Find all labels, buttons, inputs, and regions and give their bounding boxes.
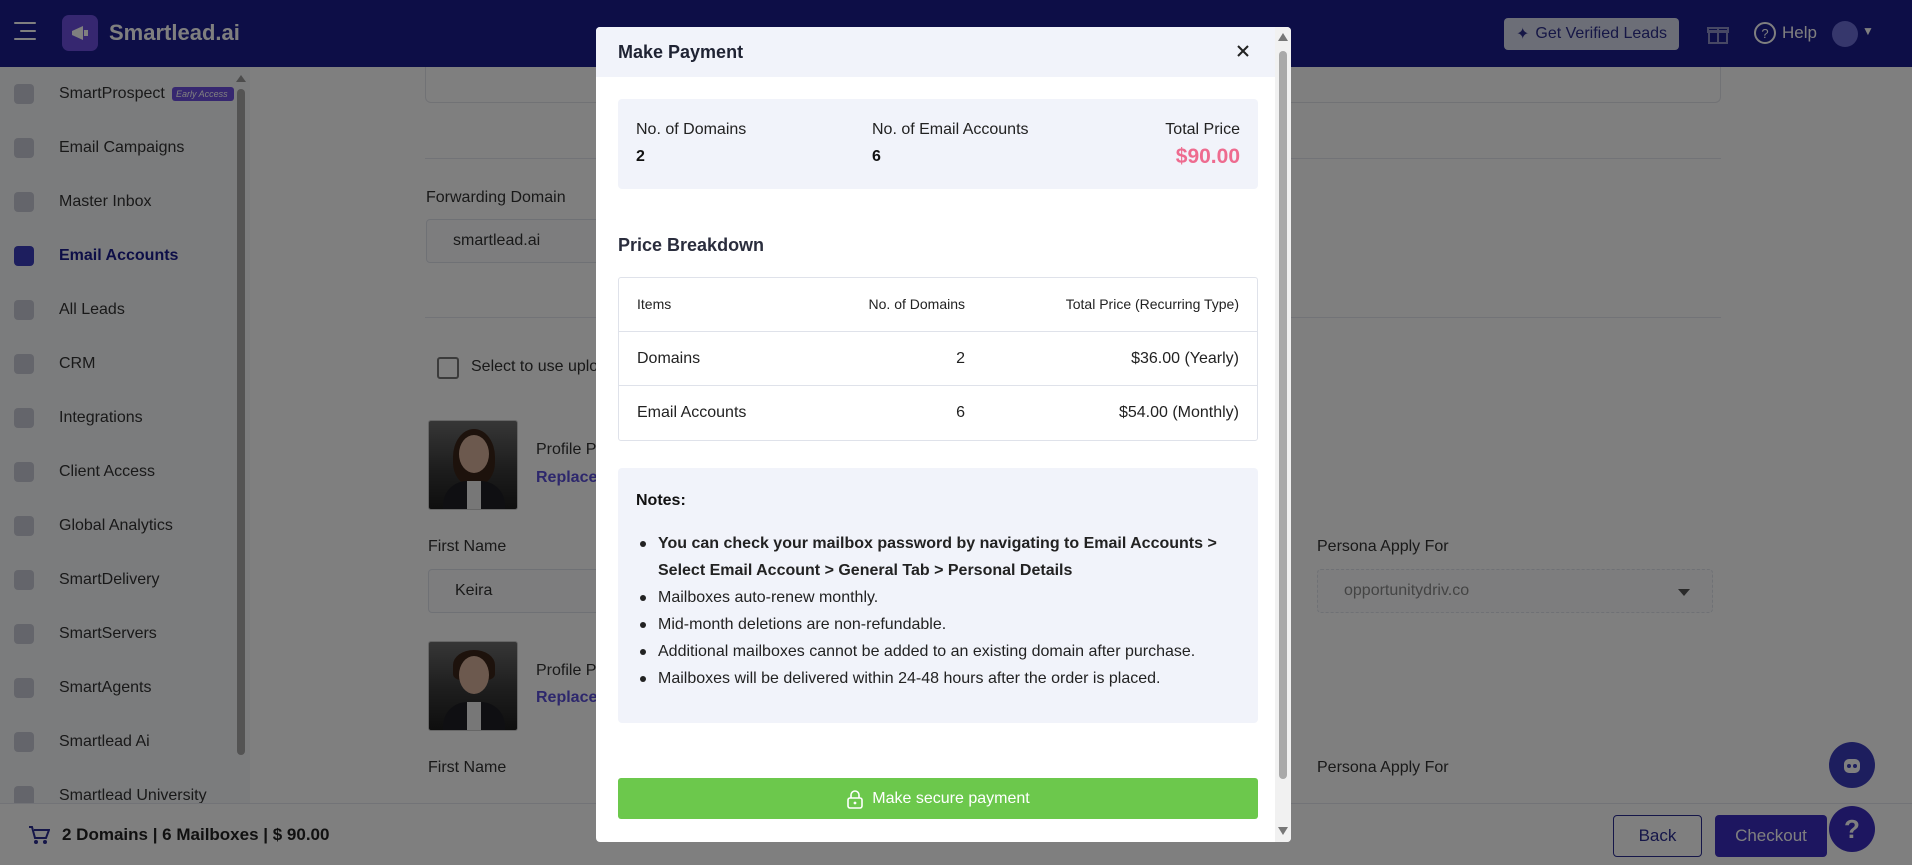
modal-title: Make Payment bbox=[618, 42, 744, 62]
email-accounts-count-value: 6 bbox=[872, 148, 881, 165]
make-payment-modal: Make Payment No. of Domains 2 No. of Ema… bbox=[596, 27, 1291, 842]
table-row: Email Accounts 6 $54.00 (Monthly) bbox=[619, 386, 1257, 440]
scroll-up-icon[interactable] bbox=[1278, 33, 1288, 41]
table-cell: 2 bbox=[956, 350, 965, 367]
table-cell: $36.00 (Yearly) bbox=[1131, 350, 1239, 367]
domains-count-value: 2 bbox=[636, 148, 645, 165]
price-breakdown-table: Items No. of Domains Total Price (Recurr… bbox=[618, 277, 1258, 441]
total-price-label: Total Price bbox=[1165, 121, 1240, 138]
modal-scrollbar[interactable] bbox=[1275, 27, 1291, 842]
column-header: Items bbox=[637, 296, 672, 312]
price-breakdown-title: Price Breakdown bbox=[618, 235, 765, 255]
modal-header: Make Payment bbox=[596, 27, 1276, 77]
column-header: Total Price (Recurring Type) bbox=[1065, 296, 1239, 312]
notes-title: Notes: bbox=[636, 492, 686, 509]
list-item: Additional mailboxes cannot be added to … bbox=[636, 638, 1226, 665]
total-price-value: $90.00 bbox=[1175, 145, 1240, 168]
notes-list: You can check your mailbox password by n… bbox=[636, 530, 1226, 692]
table-cell: Domains bbox=[637, 350, 701, 367]
list-item: Mid-month deletions are non-refundable. bbox=[636, 611, 1226, 638]
list-item: Mailboxes auto-renew monthly. bbox=[636, 584, 1226, 611]
column-header: No. of Domains bbox=[868, 296, 965, 312]
list-item: Mailboxes will be delivered within 24-48… bbox=[636, 665, 1226, 692]
scrollbar-thumb[interactable] bbox=[1279, 51, 1287, 779]
email-accounts-count-label: No. of Email Accounts bbox=[872, 121, 1029, 138]
table-header-row: Items No. of Domains Total Price (Recurr… bbox=[619, 278, 1257, 332]
domains-count-label: No. of Domains bbox=[636, 121, 747, 138]
make-secure-payment-button[interactable]: Make secure payment bbox=[618, 778, 1258, 819]
scroll-down-icon[interactable] bbox=[1278, 827, 1288, 835]
table-row: Domains 2 $36.00 (Yearly) bbox=[619, 332, 1257, 386]
table-cell: 6 bbox=[956, 404, 965, 421]
notes-box: Notes: You can check your mailbox passwo… bbox=[618, 468, 1258, 723]
close-icon[interactable] bbox=[1233, 41, 1253, 61]
lock-icon bbox=[847, 789, 864, 809]
table-cell: $54.00 (Monthly) bbox=[1118, 404, 1239, 421]
make-secure-payment-label: Make secure payment bbox=[872, 789, 1030, 807]
payment-summary: No. of Domains 2 No. of Email Accounts 6… bbox=[618, 99, 1258, 189]
list-item: You can check your mailbox password by n… bbox=[636, 530, 1226, 584]
table-cell: Email Accounts bbox=[637, 404, 747, 421]
